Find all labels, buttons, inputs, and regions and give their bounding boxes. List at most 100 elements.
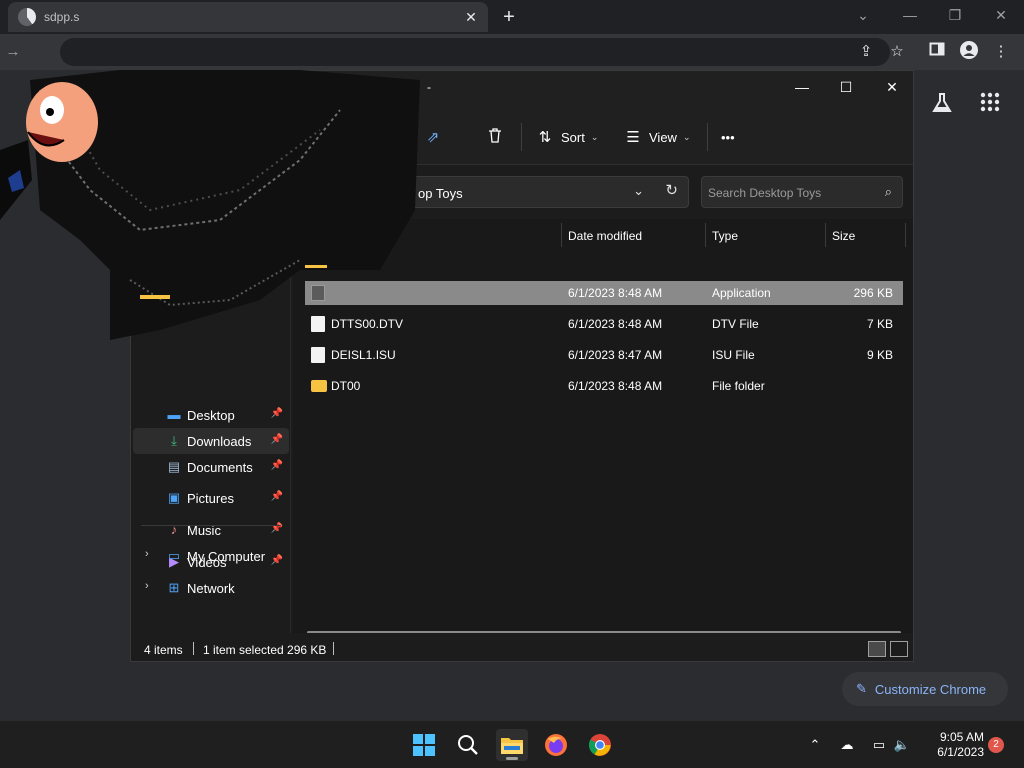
forward-arrow-icon[interactable]: → (2, 41, 24, 63)
clock[interactable]: 9:05 AM 6/1/2023 (922, 730, 984, 760)
pin-icon[interactable]: 📌 (271, 460, 283, 471)
browser-restore-button[interactable]: ❐ (942, 4, 968, 26)
file-date: 6/1/2023 8:48 AM (568, 286, 663, 300)
navigation-pane-lower: › ▭ My Computer › ⊞ Network (131, 541, 291, 601)
large-icons-view-icon[interactable] (890, 641, 908, 657)
column-separator[interactable] (561, 223, 562, 247)
file-explorer-icon[interactable] (496, 729, 528, 761)
search-icon[interactable] (452, 729, 484, 761)
sidebar-icon[interactable] (926, 41, 948, 63)
column-separator[interactable] (825, 223, 826, 247)
customize-chrome-label: Customize Chrome (874, 681, 987, 697)
nav-item-label: Desktop (187, 407, 235, 423)
nav-item-desktop[interactable]: ▬ Desktop 📌 (133, 402, 289, 428)
chrome-tab-strip: sdpp.s ✕ + ⌄ — ❐ ✕ (0, 0, 1024, 34)
notification-badge[interactable]: 2 (988, 737, 1004, 753)
details-view-icon[interactable] (868, 641, 886, 657)
file-type: ISU File (712, 348, 755, 362)
view-button[interactable]: ☰ View ⌄ (623, 125, 690, 149)
tab-close-icon[interactable]: ✕ (462, 8, 480, 26)
delete-button[interactable] (485, 125, 511, 149)
pin-icon[interactable]: 📌 (271, 491, 283, 502)
chrome-menu-icon[interactable]: ⋮ (990, 41, 1012, 63)
view-label: View (649, 129, 677, 145)
glitch-overlay-graphic (0, 70, 420, 340)
search-box[interactable]: ⌕ (701, 176, 903, 208)
document-icon: ▤ (167, 459, 181, 474)
nav-item-my-computer[interactable]: › ▭ My Computer (133, 543, 289, 569)
chevron-right-icon[interactable]: › (145, 548, 149, 560)
file-type: DTV File (712, 317, 759, 331)
clock-date: 6/1/2023 (937, 745, 984, 759)
search-input[interactable] (708, 183, 868, 203)
address-path-box[interactable]: op Toys ⌄ ↻ (403, 176, 689, 208)
status-separator (193, 642, 194, 655)
volume-icon[interactable]: 🔈 (893, 736, 911, 754)
apps-grid-icon[interactable] (976, 92, 1004, 116)
site-favicon-icon (18, 8, 36, 26)
nav-item-downloads[interactable]: ⤓ Downloads 📌 (133, 428, 289, 454)
nav-item-label: Network (187, 580, 235, 596)
taskbar: ⌃ ☁ ▭ 🔈 9:05 AM 6/1/2023 2 (0, 720, 1024, 768)
explorer-maximize-button[interactable]: ☐ (831, 76, 861, 98)
column-header-type[interactable]: Type (712, 219, 738, 253)
file-date: 6/1/2023 8:48 AM (568, 317, 663, 331)
pin-icon[interactable]: 📌 (271, 434, 283, 445)
firefox-icon[interactable] (540, 729, 572, 761)
nav-item-music[interactable]: ♪ Music 📌 (133, 517, 289, 543)
browser-close-button[interactable]: ✕ (988, 4, 1014, 26)
network-monitor-icon[interactable]: ▭ (870, 736, 888, 754)
nav-divider (141, 525, 281, 526)
trash-icon (485, 127, 505, 147)
column-separator[interactable] (705, 223, 706, 247)
customize-chrome-button[interactable]: ✎ Customize Chrome (842, 672, 1008, 706)
chevron-right-icon[interactable]: › (145, 580, 149, 592)
sort-label: Sort (561, 129, 585, 145)
music-note-icon: ♪ (170, 522, 178, 537)
address-bar[interactable] (60, 38, 890, 66)
search-icon[interactable]: ⌕ (885, 184, 892, 200)
view-lines-icon: ☰ (626, 129, 640, 146)
cmd-separator (707, 123, 708, 151)
labs-flask-icon[interactable] (928, 92, 956, 116)
more-options-button[interactable]: ••• (721, 125, 735, 149)
pin-icon[interactable]: 📌 (271, 408, 283, 419)
status-separator (333, 642, 334, 655)
bookmark-star-icon[interactable]: ☆ (886, 41, 908, 63)
explorer-status-bar: 4 items 1 item selected 296 KB (131, 633, 913, 661)
column-header-date[interactable]: Date modified (568, 219, 642, 253)
browser-minimize-button[interactable]: — (897, 4, 923, 26)
nav-item-pictures[interactable]: ▣ Pictures 📌 (133, 485, 289, 511)
explorer-close-button[interactable]: ✕ (877, 76, 907, 98)
file-row[interactable]: DT00 6/1/2023 8:48 AM File folder (305, 374, 903, 398)
nav-item-label: Pictures (187, 490, 234, 506)
chevron-down-icon[interactable]: ⌄ (633, 183, 644, 199)
file-size: 7 KB (866, 317, 893, 331)
sort-button[interactable]: ⇅ Sort ⌄ (535, 125, 599, 149)
new-tab-button[interactable]: + (498, 6, 520, 28)
nav-item-documents[interactable]: ▤ Documents 📌 (133, 454, 289, 480)
file-type: File folder (712, 379, 765, 393)
chrome-icon[interactable] (584, 729, 616, 761)
browser-toolbar: → ⇪ ☆ ⋮ (0, 34, 1024, 70)
file-name: DT00 (331, 379, 361, 393)
windows-start-icon[interactable] (408, 729, 440, 761)
folder-icon (311, 380, 327, 392)
explorer-minimize-button[interactable]: — (787, 76, 817, 98)
nav-item-network[interactable]: › ⊞ Network (133, 575, 289, 601)
cloud-offline-icon[interactable]: ☁ (838, 736, 856, 754)
profile-icon[interactable] (958, 41, 980, 63)
browser-tab[interactable]: sdpp.s ✕ (8, 2, 488, 32)
more-dots-icon: ••• (721, 129, 735, 145)
refresh-icon[interactable]: ↻ (665, 181, 678, 199)
clock-time: 9:05 AM (939, 730, 984, 744)
column-separator[interactable] (905, 223, 906, 247)
pencil-icon: ✎ (856, 681, 867, 696)
share-icon[interactable]: ⇪ (855, 41, 877, 63)
show-hidden-icons-chevron-icon[interactable]: ⌃ (806, 736, 824, 754)
column-header-size[interactable]: Size (832, 219, 855, 253)
file-size: 296 KB (853, 286, 893, 300)
nav-item-label: Documents (187, 459, 253, 475)
tab-search-icon[interactable]: ⌄ (850, 4, 876, 26)
download-arrow-icon: ⤓ (171, 433, 177, 448)
